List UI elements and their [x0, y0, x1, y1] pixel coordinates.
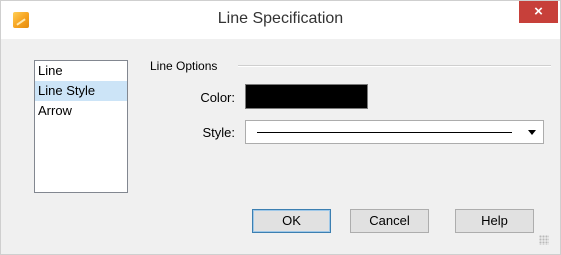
- dialog-title: Line Specification: [217, 10, 344, 27]
- help-button[interactable]: Help: [455, 209, 534, 233]
- chevron-down-icon: [528, 130, 536, 135]
- list-item-arrow[interactable]: Arrow: [35, 101, 127, 121]
- line-options-group-label: Line Options: [150, 59, 218, 73]
- color-label: Color:: [200, 90, 235, 105]
- dialog-content: Line Line Style Arrow Line Options Color…: [9, 39, 552, 248]
- list-item-line[interactable]: Line: [35, 61, 127, 81]
- solid-line-preview: [257, 132, 512, 133]
- ok-button[interactable]: OK: [252, 209, 331, 233]
- cancel-button[interactable]: Cancel: [350, 209, 429, 233]
- dialog-window: Line Specification × Line Line Style Arr…: [0, 0, 561, 255]
- category-list[interactable]: Line Line Style Arrow: [34, 60, 128, 193]
- style-label: Style:: [202, 125, 235, 140]
- resize-grip-icon[interactable]: [539, 235, 549, 245]
- style-dropdown[interactable]: [245, 120, 544, 144]
- group-divider: [238, 65, 551, 67]
- close-button[interactable]: ×: [519, 1, 558, 23]
- list-item-line-style[interactable]: Line Style: [35, 81, 127, 101]
- color-swatch-button[interactable]: [245, 84, 368, 109]
- title-bar[interactable]: Line Specification ×: [1, 1, 560, 39]
